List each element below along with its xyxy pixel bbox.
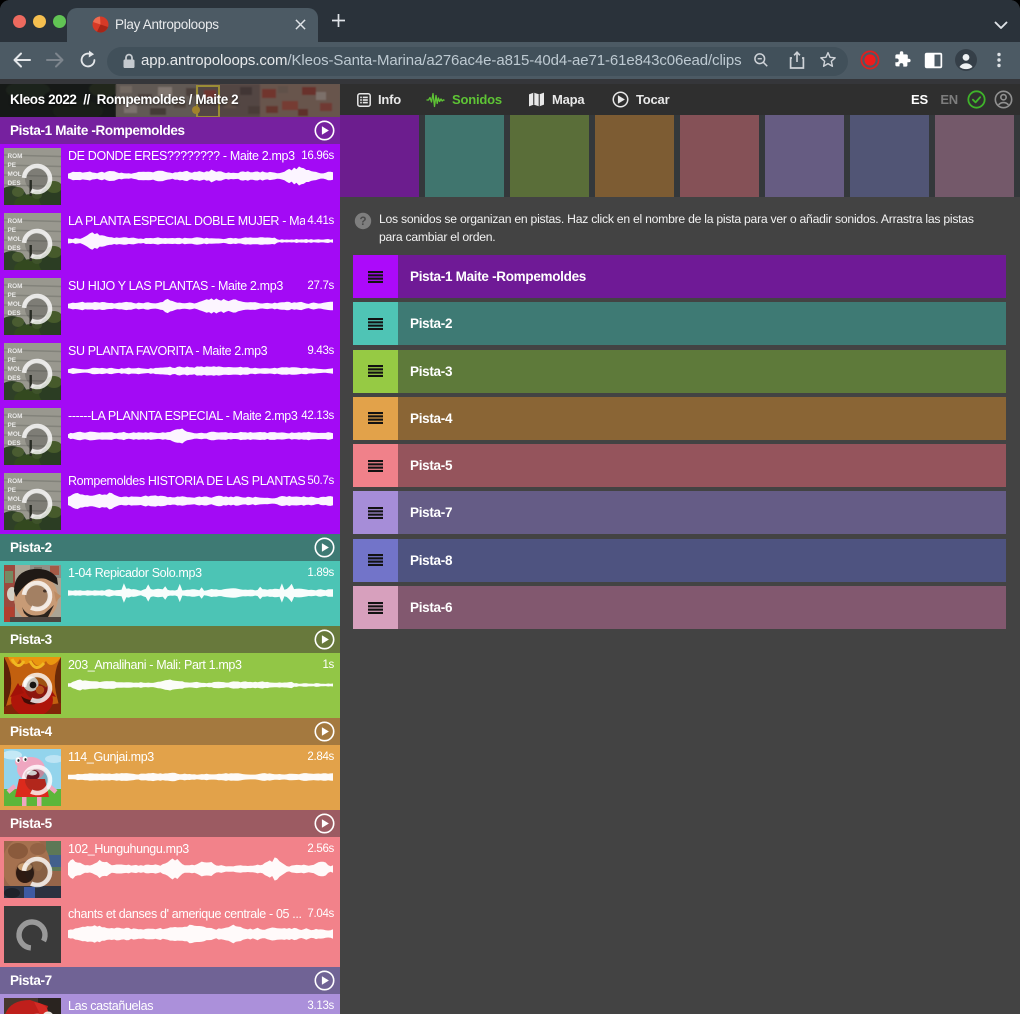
svg-text:PE: PE	[8, 422, 17, 429]
svg-text:MOL: MOL	[8, 366, 22, 373]
svg-text:ROM: ROM	[8, 348, 23, 355]
svg-text:ROM: ROM	[8, 413, 23, 420]
svg-text:MOL: MOL	[8, 301, 22, 308]
svg-text:ROM: ROM	[8, 153, 23, 160]
svg-text:PE: PE	[8, 292, 17, 299]
svg-text:DES: DES	[8, 375, 22, 382]
svg-text:PE: PE	[8, 227, 17, 234]
svg-text:ROM: ROM	[8, 218, 23, 225]
svg-text:?: ?	[359, 216, 366, 228]
svg-text:PE: PE	[8, 357, 17, 364]
svg-text:DES: DES	[8, 180, 22, 187]
svg-text:DES: DES	[8, 505, 22, 512]
svg-text:PE: PE	[8, 487, 17, 494]
svg-text:ROM: ROM	[8, 478, 23, 485]
svg-text:MOL: MOL	[8, 171, 22, 178]
svg-text:ROM: ROM	[8, 283, 23, 290]
svg-text:MOL: MOL	[8, 496, 22, 503]
svg-text:MOL: MOL	[8, 236, 22, 243]
svg-text:PE: PE	[8, 162, 17, 169]
svg-text:MOL: MOL	[8, 431, 22, 438]
svg-text:DES: DES	[8, 245, 22, 252]
svg-text:DES: DES	[8, 310, 22, 317]
svg-text:DES: DES	[8, 440, 22, 447]
